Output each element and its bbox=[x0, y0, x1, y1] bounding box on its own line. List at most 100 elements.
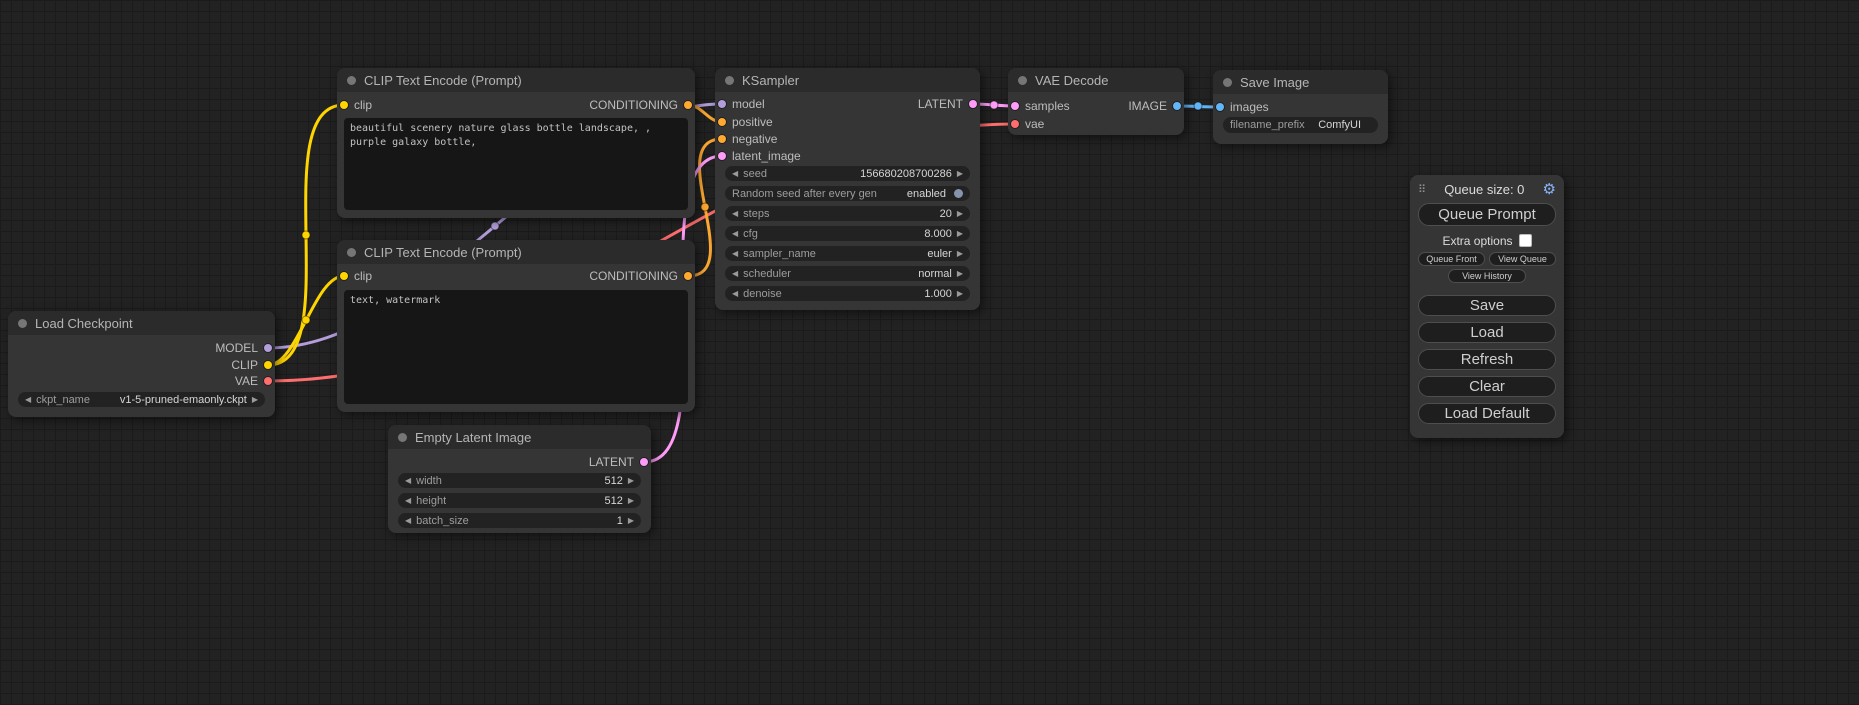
steps-widget[interactable]: ◀ steps 20 ▶ bbox=[725, 206, 970, 221]
vae-input-slot[interactable]: vae bbox=[1008, 117, 1184, 131]
decrement-arrow-icon[interactable]: ◀ bbox=[405, 493, 411, 508]
decrement-arrow-icon[interactable]: ◀ bbox=[732, 266, 738, 281]
collapse-dot-icon[interactable] bbox=[347, 76, 356, 85]
increment-arrow-icon[interactable]: ▶ bbox=[957, 226, 963, 241]
random-seed-toggle-widget[interactable]: Random seed after every gen enabled bbox=[725, 186, 970, 201]
vae-slot-dot-icon[interactable] bbox=[1011, 120, 1019, 128]
node-ksampler[interactable]: KSampler model LATENT positive negative … bbox=[715, 68, 980, 310]
clear-button[interactable]: Clear bbox=[1418, 376, 1556, 397]
queue-prompt-button[interactable]: Queue Prompt bbox=[1418, 203, 1556, 226]
sampler-name-widget[interactable]: ◀ sampler_name euler ▶ bbox=[725, 246, 970, 261]
decrement-arrow-icon[interactable]: ◀ bbox=[732, 166, 738, 181]
conditioning-slot-dot-icon[interactable] bbox=[718, 118, 726, 126]
load-button[interactable]: Load bbox=[1418, 322, 1556, 343]
conditioning-slot-dot-icon[interactable] bbox=[684, 272, 692, 280]
node-title: Load Checkpoint bbox=[35, 316, 133, 331]
latent-output-slot[interactable]: LATENT bbox=[388, 455, 651, 469]
view-queue-button[interactable]: View Queue bbox=[1489, 252, 1556, 266]
conditioning-slot-dot-icon[interactable] bbox=[684, 101, 692, 109]
node-title-bar[interactable]: Empty Latent Image bbox=[388, 425, 651, 449]
node-title-bar[interactable]: KSampler bbox=[715, 68, 980, 92]
settings-gear-icon[interactable]: ⚙ bbox=[1543, 182, 1556, 197]
increment-arrow-icon[interactable]: ▶ bbox=[957, 266, 963, 281]
filename-prefix-widget[interactable]: filename_prefix ComfyUI bbox=[1223, 117, 1378, 133]
node-title-bar[interactable]: CLIP Text Encode (Prompt) bbox=[337, 240, 695, 264]
model-output-slot[interactable]: MODEL bbox=[8, 341, 275, 355]
latent-slot-dot-icon[interactable] bbox=[969, 100, 977, 108]
node-title-bar[interactable]: VAE Decode bbox=[1008, 68, 1184, 92]
image-slot-dot-icon[interactable] bbox=[1216, 103, 1224, 111]
increment-arrow-icon[interactable]: ▶ bbox=[252, 392, 258, 407]
increment-arrow-icon[interactable]: ▶ bbox=[957, 246, 963, 261]
negative-prompt-textarea[interactable]: text, watermark bbox=[344, 290, 688, 404]
image-output-slot[interactable]: IMAGE bbox=[1008, 99, 1184, 113]
collapse-dot-icon[interactable] bbox=[347, 248, 356, 257]
ckpt-name-widget[interactable]: ◀ ckpt_name v1-5-pruned-emaonly.ckpt ▶ bbox=[18, 392, 265, 407]
images-input-slot[interactable]: images bbox=[1213, 100, 1388, 114]
toggle-knob-icon[interactable] bbox=[954, 189, 963, 198]
increment-arrow-icon[interactable]: ▶ bbox=[957, 206, 963, 221]
save-button[interactable]: Save bbox=[1418, 295, 1556, 316]
collapse-dot-icon[interactable] bbox=[1018, 76, 1027, 85]
decrement-arrow-icon[interactable]: ◀ bbox=[405, 513, 411, 528]
node-title: CLIP Text Encode (Prompt) bbox=[364, 73, 522, 88]
node-clip-text-encode-negative[interactable]: CLIP Text Encode (Prompt) clip CONDITION… bbox=[337, 240, 695, 412]
decrement-arrow-icon[interactable]: ◀ bbox=[732, 246, 738, 261]
queue-size-label: Queue size: 0 bbox=[1426, 182, 1542, 197]
clip-slot-dot-icon[interactable] bbox=[264, 361, 272, 369]
view-history-button[interactable]: View History bbox=[1448, 269, 1526, 283]
collapse-dot-icon[interactable] bbox=[18, 319, 27, 328]
seed-widget[interactable]: ◀ seed 156680208700286 ▶ bbox=[725, 166, 970, 181]
batch-size-widget[interactable]: ◀ batch_size 1 ▶ bbox=[398, 513, 641, 528]
decrement-arrow-icon[interactable]: ◀ bbox=[405, 473, 411, 488]
height-widget[interactable]: ◀ height 512 ▶ bbox=[398, 493, 641, 508]
collapse-dot-icon[interactable] bbox=[398, 433, 407, 442]
decrement-arrow-icon[interactable]: ◀ bbox=[732, 206, 738, 221]
image-slot-dot-icon[interactable] bbox=[1173, 102, 1181, 110]
model-slot-dot-icon[interactable] bbox=[264, 344, 272, 352]
negative-input-slot[interactable]: negative bbox=[715, 132, 980, 146]
refresh-button[interactable]: Refresh bbox=[1418, 349, 1556, 370]
node-vae-decode[interactable]: VAE Decode samples IMAGE vae bbox=[1008, 68, 1184, 135]
node-save-image[interactable]: Save Image images filename_prefix ComfyU… bbox=[1213, 70, 1388, 144]
vae-slot-dot-icon[interactable] bbox=[264, 377, 272, 385]
denoise-widget[interactable]: ◀ denoise 1.000 ▶ bbox=[725, 286, 970, 301]
collapse-dot-icon[interactable] bbox=[1223, 78, 1232, 87]
width-widget[interactable]: ◀ width 512 ▶ bbox=[398, 473, 641, 488]
extra-options-checkbox[interactable] bbox=[1519, 234, 1532, 247]
node-title-bar[interactable]: CLIP Text Encode (Prompt) bbox=[337, 68, 695, 92]
node-title-bar[interactable]: Load Checkpoint bbox=[8, 311, 275, 335]
drag-handle-icon[interactable]: ⠿ bbox=[1418, 183, 1426, 196]
conditioning-slot-dot-icon[interactable] bbox=[718, 135, 726, 143]
vae-output-slot[interactable]: VAE bbox=[8, 374, 275, 388]
clip-output-slot[interactable]: CLIP bbox=[8, 358, 275, 372]
node-clip-text-encode-positive[interactable]: CLIP Text Encode (Prompt) clip CONDITION… bbox=[337, 68, 695, 218]
positive-input-slot[interactable]: positive bbox=[715, 115, 980, 129]
widget-value: 20 bbox=[940, 208, 952, 220]
decrement-arrow-icon[interactable]: ◀ bbox=[732, 226, 738, 241]
cfg-widget[interactable]: ◀ cfg 8.000 ▶ bbox=[725, 226, 970, 241]
node-empty-latent-image[interactable]: Empty Latent Image LATENT ◀ width 512 ▶ … bbox=[388, 425, 651, 533]
increment-arrow-icon[interactable]: ▶ bbox=[957, 166, 963, 181]
node-load-checkpoint[interactable]: Load Checkpoint MODEL CLIP VAE ◀ ckpt_na… bbox=[8, 311, 275, 417]
latent-slot-dot-icon[interactable] bbox=[718, 152, 726, 160]
decrement-arrow-icon[interactable]: ◀ bbox=[25, 392, 31, 407]
latent-output-slot[interactable]: LATENT bbox=[715, 97, 980, 111]
collapse-dot-icon[interactable] bbox=[725, 76, 734, 85]
decrement-arrow-icon[interactable]: ◀ bbox=[732, 286, 738, 301]
scheduler-widget[interactable]: ◀ scheduler normal ▶ bbox=[725, 266, 970, 281]
queue-front-button[interactable]: Queue Front bbox=[1418, 252, 1485, 266]
increment-arrow-icon[interactable]: ▶ bbox=[628, 493, 634, 508]
widget-value: v1-5-pruned-emaonly.ckpt bbox=[120, 394, 247, 406]
node-title-bar[interactable]: Save Image bbox=[1213, 70, 1388, 94]
load-default-button[interactable]: Load Default bbox=[1418, 403, 1556, 424]
latent-image-input-slot[interactable]: latent_image bbox=[715, 149, 980, 163]
increment-arrow-icon[interactable]: ▶ bbox=[628, 473, 634, 488]
increment-arrow-icon[interactable]: ▶ bbox=[628, 513, 634, 528]
widget-name: filename_prefix bbox=[1230, 119, 1305, 131]
latent-slot-dot-icon[interactable] bbox=[640, 458, 648, 466]
positive-prompt-textarea[interactable]: beautiful scenery nature glass bottle la… bbox=[344, 118, 688, 210]
conditioning-output-slot[interactable]: CONDITIONING bbox=[337, 98, 695, 112]
increment-arrow-icon[interactable]: ▶ bbox=[957, 286, 963, 301]
conditioning-output-slot[interactable]: CONDITIONING bbox=[337, 269, 695, 283]
